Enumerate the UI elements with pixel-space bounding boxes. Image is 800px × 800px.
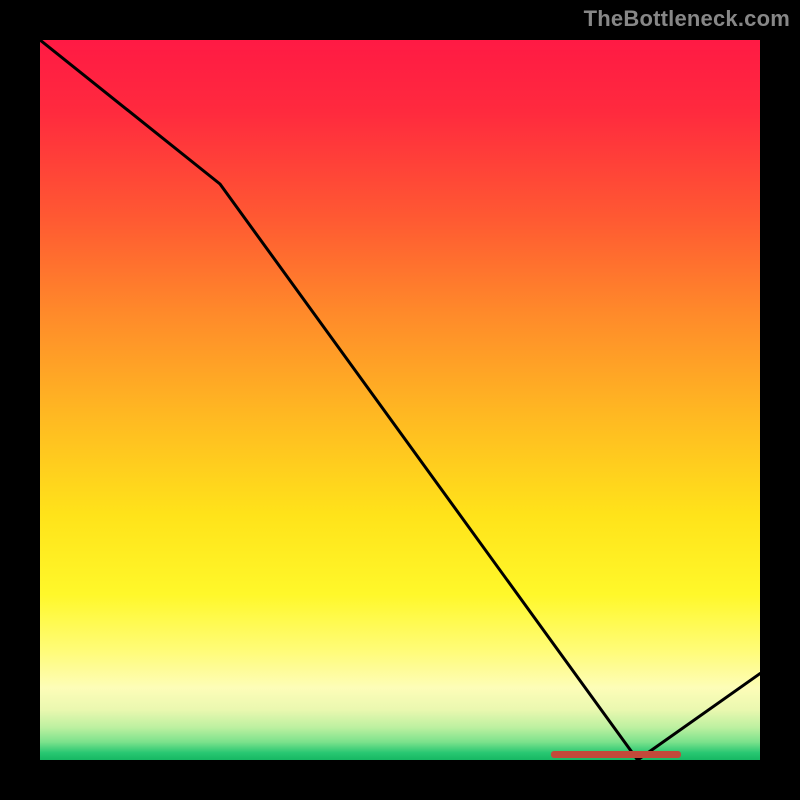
watermark-text: TheBottleneck.com [584,6,790,32]
plot-area [40,40,760,760]
chart-line [40,40,760,760]
chart-container: TheBottleneck.com [0,0,800,800]
chart-line-layer [40,40,760,760]
bottom-marker-strip [551,751,681,758]
